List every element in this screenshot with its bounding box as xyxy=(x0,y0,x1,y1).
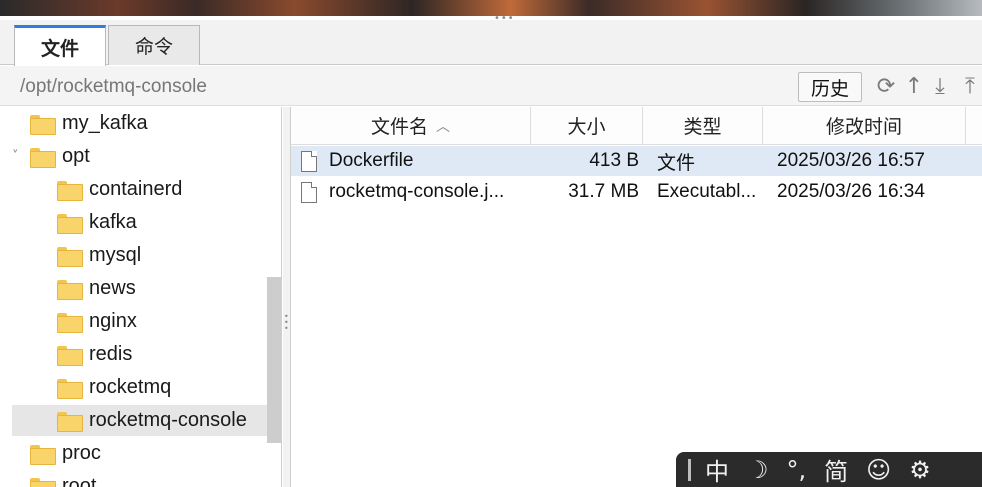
file-name: Dockerfile xyxy=(329,150,414,171)
file-icon xyxy=(301,181,317,203)
tree-item-label: news xyxy=(89,277,136,299)
tree-item-containerd[interactable]: containerd xyxy=(57,174,267,205)
folder-icon xyxy=(30,477,56,487)
tree-item-label: my_kafka xyxy=(62,112,148,134)
download-icon[interactable]: ⤓ xyxy=(928,72,952,100)
tree-item-label: mysql xyxy=(89,244,142,266)
column-header-extra[interactable] xyxy=(966,107,982,145)
column-header-type[interactable]: 类型 xyxy=(643,107,763,145)
tree-item-label: kafka xyxy=(89,211,137,233)
tab-files[interactable]: 文件 xyxy=(14,25,106,66)
file-name-cell: rocketmq-console.j... xyxy=(301,177,531,207)
window-top-strip xyxy=(0,0,982,16)
history-button[interactable]: 历史 xyxy=(798,72,862,102)
table-row[interactable]: rocketmq-console.j... 31.7 MB Executabl.… xyxy=(291,177,982,207)
column-header-modified[interactable]: 修改时间 xyxy=(763,107,966,145)
tree-item-label: root xyxy=(62,475,97,487)
ime-toolbar: 中 ☽ °, 简 ☺ ⚙ xyxy=(676,452,982,487)
folder-icon xyxy=(57,378,83,399)
tree-scrollbar[interactable] xyxy=(267,277,281,443)
column-header-label: 修改时间 xyxy=(825,116,902,138)
tree-item-label: redis xyxy=(89,343,133,365)
chevron-down-icon[interactable]: ˅ xyxy=(12,149,19,164)
tree-item-label: proc xyxy=(62,442,101,464)
file-name-cell: Dockerfile xyxy=(301,146,531,176)
splitter-grip-icon: • • • xyxy=(284,312,289,333)
upload-icon[interactable]: ⤒ xyxy=(958,72,982,100)
tree-item-rocketmq-console[interactable]: rocketmq-console xyxy=(12,405,267,436)
tree-item-label: opt xyxy=(62,145,90,167)
sort-ascending-icon: ︿ xyxy=(436,118,450,135)
file-name: rocketmq-console.j... xyxy=(329,181,505,202)
column-header-label: 类型 xyxy=(683,116,722,138)
pane-splitter[interactable] xyxy=(283,107,290,487)
moon-icon[interactable]: ☽ xyxy=(747,456,769,484)
tree-item-mysql[interactable]: mysql xyxy=(57,240,267,271)
directory-tree: my_kafka ˅ opt containerd kafka mysql ne… xyxy=(0,107,282,487)
refresh-icon[interactable]: ⟳ xyxy=(874,72,898,100)
tab-commands[interactable]: 命令 xyxy=(108,25,200,65)
folder-icon xyxy=(57,246,83,267)
tree-item-label: nginx xyxy=(89,310,137,332)
gear-icon[interactable]: ⚙ xyxy=(909,456,931,484)
tree-item-my-kafka[interactable]: my_kafka xyxy=(30,108,270,139)
file-icon xyxy=(301,150,317,172)
column-header-size[interactable]: 大小 xyxy=(531,107,643,145)
tree-item-label: containerd xyxy=(89,178,183,200)
tab-bar: 文件 命令 xyxy=(0,20,982,66)
tree-item-label: rocketmq xyxy=(89,376,172,398)
folder-icon xyxy=(30,114,56,135)
folder-icon xyxy=(57,279,83,300)
file-modified: 2025/03/26 16:34 xyxy=(777,181,925,202)
tree-item-kafka[interactable]: kafka xyxy=(57,207,267,238)
tree-item-label: rocketmq-console xyxy=(89,409,247,431)
tree-item-root[interactable]: root xyxy=(30,471,270,487)
ime-script-indicator[interactable]: 简 xyxy=(824,452,848,487)
ime-mode-indicator[interactable]: 中 xyxy=(705,452,729,487)
tree-item-opt[interactable]: ˅ opt xyxy=(0,141,270,172)
emoji-icon[interactable]: ☺ xyxy=(866,456,891,484)
file-type: 文件 xyxy=(657,152,696,174)
folder-icon xyxy=(57,345,83,366)
ime-punctuation-indicator[interactable]: °, xyxy=(787,456,807,484)
path-bar: /opt/rocketmq-console 历史 ⟳ ↑ ⤓ ⤒ xyxy=(0,66,982,106)
tree-item-nginx[interactable]: nginx xyxy=(57,306,267,337)
tree-item-rocketmq[interactable]: rocketmq xyxy=(57,372,267,403)
folder-icon xyxy=(57,180,83,201)
up-icon[interactable]: ↑ xyxy=(902,72,926,100)
ime-drag-handle[interactable] xyxy=(688,458,691,481)
column-header-label: 大小 xyxy=(567,116,606,138)
folder-icon xyxy=(57,411,83,432)
column-header-label: 文件名 xyxy=(370,116,428,138)
file-type: Executabl... xyxy=(657,181,757,202)
file-modified: 2025/03/26 16:57 xyxy=(777,150,925,171)
tree-item-proc[interactable]: proc xyxy=(30,438,270,469)
tree-item-redis[interactable]: redis xyxy=(57,339,267,370)
folder-icon xyxy=(30,147,56,168)
tree-item-news[interactable]: news xyxy=(57,273,267,304)
file-list: 文件名 ︿ 大小 类型 修改时间 Dockerfile 413 B 文件 202… xyxy=(290,107,982,487)
folder-icon xyxy=(57,312,83,333)
file-size: 31.7 MB xyxy=(568,181,639,202)
table-row[interactable]: Dockerfile 413 B 文件 2025/03/26 16:57 xyxy=(291,146,982,176)
file-size: 413 B xyxy=(589,150,639,171)
path-input[interactable]: /opt/rocketmq-console xyxy=(20,76,207,98)
folder-icon xyxy=(57,213,83,234)
column-header-name[interactable]: 文件名 ︿ xyxy=(291,107,531,145)
folder-icon xyxy=(30,444,56,465)
